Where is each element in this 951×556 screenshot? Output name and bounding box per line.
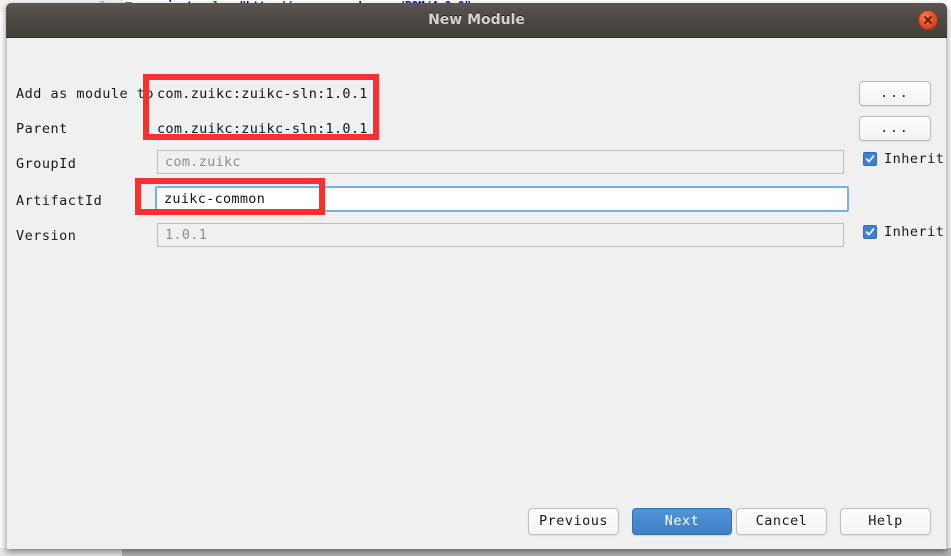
label-group-id: GroupId	[16, 156, 77, 172]
checkbox-checked-icon	[863, 225, 877, 239]
browse-button-parent[interactable]: ...	[859, 116, 931, 141]
previous-button[interactable]: Previous	[528, 508, 619, 535]
inherit-label-version: Inherit	[884, 224, 945, 240]
label-version: Version	[16, 228, 77, 244]
version-field[interactable]	[157, 223, 844, 247]
dialog-body: Add as module to com.zuikc:zuikc-sln:1.0…	[6, 38, 947, 549]
dialog-title: New Module	[428, 12, 525, 28]
new-module-dialog: New Module Add as module to com.zuikc:zu…	[6, 3, 947, 549]
group-id-field[interactable]	[157, 150, 844, 174]
browse-button-add-as-module-to[interactable]: ...	[859, 81, 931, 106]
editor-bottom-left-strip	[0, 548, 122, 556]
checkbox-checked-icon	[863, 152, 877, 166]
label-artifact-id: ArtifactId	[16, 193, 103, 209]
value-add-as-module-to: com.zuikc:zuikc-sln:1.0.1	[157, 86, 368, 102]
value-parent: com.zuikc:zuikc-sln:1.0.1	[157, 121, 368, 137]
inherit-checkbox-version[interactable]: Inherit	[863, 224, 944, 240]
next-button[interactable]: Next	[632, 508, 732, 535]
editor-bottom-strip	[0, 548, 951, 556]
help-button[interactable]: Help	[840, 508, 931, 535]
cancel-button[interactable]: Cancel	[736, 508, 827, 535]
inherit-label-group-id: Inherit	[884, 151, 945, 167]
dialog-title-bar[interactable]: New Module	[6, 3, 947, 38]
inherit-checkbox-group-id[interactable]: Inherit	[863, 151, 944, 167]
label-parent: Parent	[16, 121, 68, 137]
close-icon[interactable]	[918, 10, 938, 30]
dialog-footer: Previous Next Cancel Help	[7, 502, 946, 549]
artifact-id-field[interactable]	[155, 186, 849, 212]
label-add-as-module-to: Add as module to	[16, 86, 155, 102]
